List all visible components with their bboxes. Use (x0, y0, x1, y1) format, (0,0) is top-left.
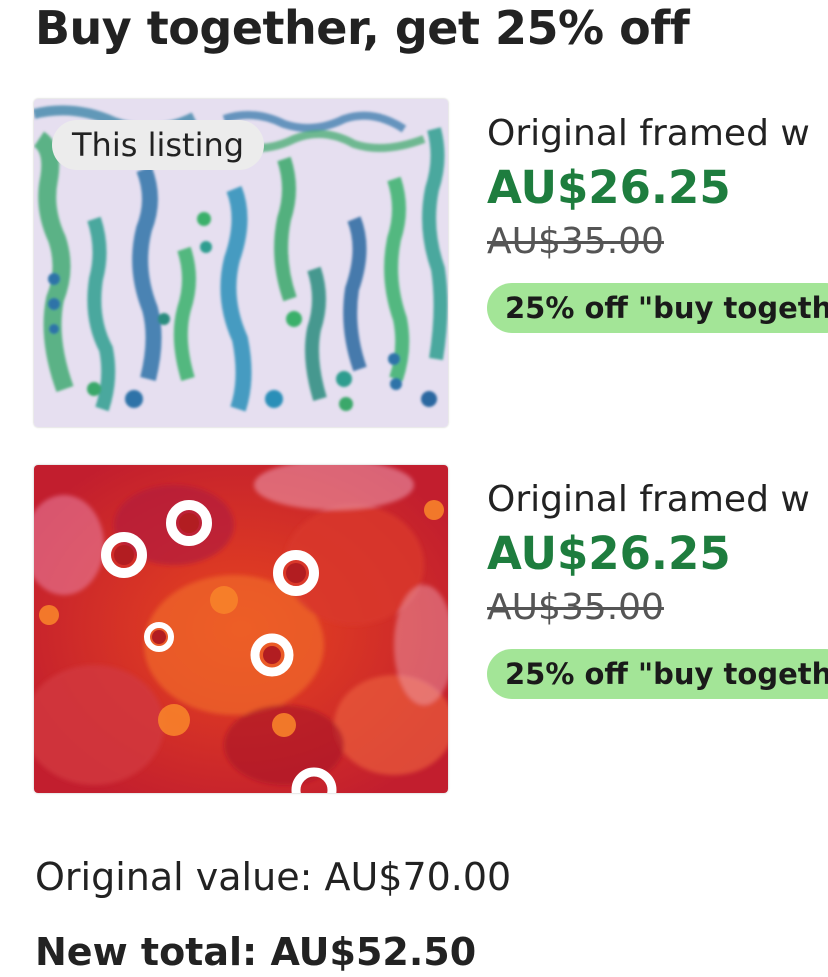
original-value-text: Original value: AU$70.00 (35, 855, 512, 899)
listing-title[interactable]: Original framed w (487, 475, 828, 525)
original-price: AU$35.00 (487, 587, 664, 628)
sale-price: AU$26.25 (487, 161, 731, 214)
sale-price: AU$26.25 (487, 527, 731, 580)
listing-title[interactable]: Original framed w (487, 109, 828, 159)
listing-info: Original framed w AU$26.25 AU$35.00 25% … (487, 475, 828, 699)
listing-info: Original framed w AU$26.25 AU$35.00 25% … (487, 109, 828, 333)
bundle-listing-item[interactable]: Original framed w AU$26.25 AU$35.00 25% … (0, 465, 828, 795)
bundle-listing-item[interactable]: This listing Original framed w AU$26.25 … (0, 99, 828, 429)
original-price: AU$35.00 (487, 221, 664, 262)
promo-badge: 25% off "buy togeth (487, 283, 828, 333)
listing-image[interactable]: This listing (34, 99, 448, 427)
red-orange-ink-artwork (34, 465, 448, 793)
promo-badge: 25% off "buy togeth (487, 649, 828, 699)
listing-image[interactable] (34, 465, 448, 793)
section-title: Buy together, get 25% off (35, 1, 690, 55)
new-total-text: New total: AU$52.50 (35, 930, 477, 974)
this-listing-badge: This listing (52, 120, 265, 170)
